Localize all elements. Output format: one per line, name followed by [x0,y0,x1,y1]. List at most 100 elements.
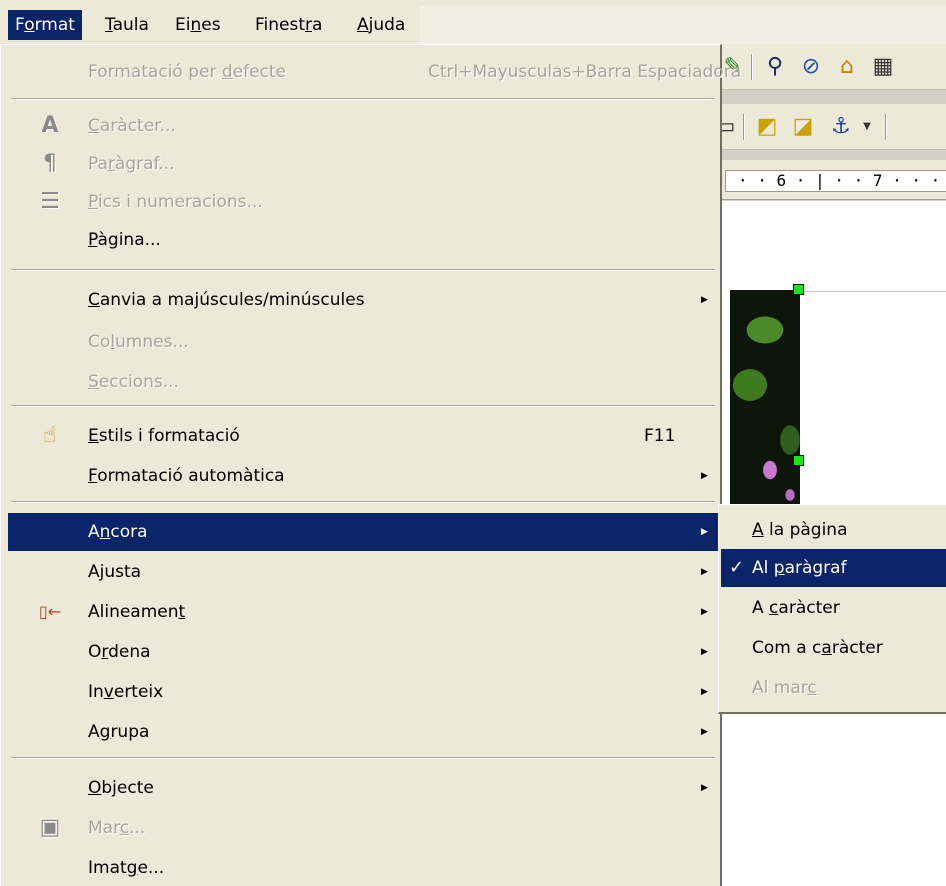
ruler-track: · · 6 · | · · 7 · · · 8 [725,170,946,192]
format-menu: Formatació per defecte Ctrl+Mayusculas+B… [0,44,741,886]
selected-image[interactable] [730,290,800,505]
menu-eines[interactable]: Eines [168,10,228,40]
menu-finestra-label: Finestra [255,15,323,35]
menu-finestra[interactable]: Finestra [248,10,329,40]
submenu-arrow-icon: ▶ [701,567,708,577]
menu-item-label: Estils i formatació [88,426,240,446]
menu-item-label: Columnes... [88,332,189,352]
bullets-icon: ☰ [40,189,60,214]
submenu-item-label: A la pàgina [752,520,848,540]
submenu-arrow-icon: ▶ [701,647,708,657]
menu-item-autoformat[interactable]: Formatació automàtica ▶ [8,457,718,495]
submenu-arrow-icon: ▶ [701,471,708,481]
standard-toolbar: ✎ ⚲ ⊘ ⌂ ▦ [717,44,946,90]
menu-item-label: Inverteix [88,682,164,702]
menu-taula[interactable]: Taula [98,10,156,40]
menu-item-wrap[interactable]: Ajusta ▶ [8,553,718,591]
menu-ajuda[interactable]: Ajuda [350,10,412,40]
toolbar-separator [885,114,887,140]
page-margin-line [800,291,946,292]
resize-handle-top-right[interactable] [793,284,804,295]
submenu-arrow-icon: ▶ [701,295,708,305]
menu-item-object[interactable]: Objecte ▶ [8,769,718,807]
menu-item-label: Pics i numeracions... [88,192,263,212]
submenu-arrow-icon: ▶ [701,687,708,697]
menu-item-anchor[interactable]: Ancora ▶ [8,513,721,551]
submenu-item-label: Al marc [752,678,817,698]
menu-item-alignment[interactable]: ▯← Alineament ▶ [8,593,718,631]
menu-item-label: Alineament [88,602,186,622]
menu-item-frame[interactable]: ▣ Marc... [8,809,718,847]
menu-item-character[interactable]: A Caràcter... [8,107,718,145]
menu-ajuda-label: Ajuda [357,15,406,35]
table-icon[interactable]: ▦ [869,53,897,81]
frame-toolbar: ▭ ◩ ◪ ⚓ ▼ [715,104,946,150]
menu-format[interactable]: Format [8,10,82,40]
submenu-arrow-icon: ▶ [701,727,708,737]
horizontal-ruler: · · 6 · | · · 7 · · · 8 [717,160,946,200]
menu-item-arrange[interactable]: Ordena ▶ [8,633,718,671]
submenu-item-as-character[interactable]: Com a caràcter [721,629,946,667]
resize-handle-right[interactable] [793,455,804,466]
menu-item-shortcut: Ctrl+Mayusculas+Barra Espaciadora [428,62,742,82]
menu-item-shortcut: F11 [644,426,676,446]
menu-item-page[interactable]: Pàgina... [8,221,718,259]
submenu-item-to-frame[interactable]: Al marc [721,669,946,707]
menu-item-label: Caràcter... [88,116,176,136]
character-icon: A [41,113,59,138]
menu-item-change-case[interactable]: Canvia a majúscules/minúscules ▶ [8,281,718,319]
chevron-down-icon[interactable]: ▼ [853,113,881,141]
menu-item-default-formatting[interactable]: Formatació per defecte Ctrl+Mayusculas+B… [8,53,741,91]
submenu-item-label: A caràcter [752,598,840,618]
submenu-item-to-paragraph[interactable]: ✓ Al paràgraf [721,549,946,587]
submenu-arrow-icon: ▶ [701,527,708,537]
menu-item-columns[interactable]: Columnes... [8,323,718,361]
menubar: Format Taula Eines Finestra Ajuda [0,0,946,44]
binoculars-icon[interactable]: ⚲ [761,53,789,81]
menu-item-label: Ajusta [88,562,142,582]
menu-item-label: Marc... [88,818,146,838]
submenu-item-to-page[interactable]: A la pàgina [721,511,946,549]
menu-item-label: Pàgina... [88,230,161,250]
menu-item-image[interactable]: Imatge... [8,849,718,886]
frame-icon: ▣ [39,815,61,840]
menu-item-label: Formatació per defecte [88,62,287,82]
bring-forward-icon[interactable]: ◩ [753,113,781,141]
menu-item-label: Seccions... [88,372,179,392]
menu-eines-label: Eines [175,15,221,35]
menu-item-bullets[interactable]: ☰ Pics i numeracions... [8,183,718,221]
menu-item-label: Formatació automàtica [88,466,285,486]
menubar-empty-area [420,6,946,44]
menu-taula-label: Taula [105,15,149,35]
navigator-icon[interactable]: ⊘ [797,53,825,81]
menu-item-label: Ancora [88,522,148,542]
submenu-item-label: Al paràgraf [752,558,847,578]
paragraph-icon: ¶ [43,151,57,176]
menu-separator [11,98,715,100]
menu-separator [11,757,715,759]
menu-item-paragraph[interactable]: ¶ Paràgraf... [8,145,718,183]
submenu-arrow-icon: ▶ [701,607,708,617]
menu-item-flip[interactable]: Inverteix ▶ [8,673,718,711]
checkmark-icon: ✓ [729,557,745,578]
styles-icon: ☝ [43,423,57,448]
menu-item-group[interactable]: Agrupa ▶ [8,713,718,751]
anchor-icon[interactable]: ⚓ [827,113,855,141]
menu-item-label: Imatge... [88,858,165,878]
gallery-icon[interactable]: ⌂ [833,53,861,81]
submenu-arrow-icon: ▶ [701,783,708,793]
menu-item-sections[interactable]: Seccions... [8,363,718,401]
menu-item-label: Paràgraf... [88,154,175,174]
menu-format-label: Format [15,15,75,35]
submenu-item-to-character[interactable]: A caràcter [721,589,946,627]
anchor-submenu: A la pàgina ✓ Al paràgraf A caràcter Com… [718,504,946,714]
toolbar-separator [743,114,745,140]
menu-item-styles[interactable]: ☝ Estils i formatació F11 [8,417,718,455]
align-icon: ▯← [38,602,62,621]
menu-separator [11,269,715,271]
menu-separator [11,405,715,407]
menu-item-label: Agrupa [88,722,150,742]
menu-item-label: Canvia a majúscules/minúscules [88,290,365,310]
menu-item-label: Objecte [88,778,154,798]
send-backward-icon[interactable]: ◪ [789,113,817,141]
